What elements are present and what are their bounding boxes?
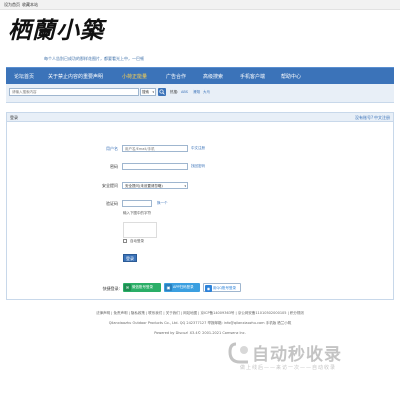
security-question-label: 安全提问 — [102, 183, 118, 188]
qq-icon: ◉ — [205, 285, 212, 292]
qq-login-label: 用QQ账号登录 — [213, 286, 237, 290]
nav-item-home[interactable]: 论坛首页 — [14, 73, 34, 80]
captcha-hint: 输入下图中的字符 — [123, 211, 151, 215]
footer-powered-by: Powered by Discuz! X3.4© 2001-2021 Comse… — [154, 331, 246, 335]
login-panel-title: 登录 — [10, 115, 18, 120]
watermark-subtitle: 做上线后——来访一次——自动收录 — [240, 365, 337, 371]
nav-item-advanced-search[interactable]: 高级搜索 — [203, 73, 223, 80]
app-scan-login-button[interactable]: ▣ APP扫码登录 — [164, 283, 200, 292]
set-home-link[interactable]: 设为首页 — [4, 2, 20, 8]
hot-label: 热搜: — [170, 90, 179, 94]
hot-term[interactable]: 大马 — [203, 90, 210, 95]
nav-item-mobile-client[interactable]: 手机客户端 — [240, 73, 265, 80]
nav-item-help[interactable]: 帮助中心 — [281, 73, 301, 80]
hot-term[interactable]: ABS — [181, 90, 188, 94]
footer-company: Qilanxiaozhu Outdoor Products Co., Ltd. … — [108, 321, 292, 325]
register-link[interactable]: 中文注册 — [191, 146, 205, 151]
remember-checkbox[interactable] — [123, 239, 127, 243]
forgot-password-link[interactable]: 找回密码 — [191, 164, 205, 169]
footer: 法律声明 | 免责声明 | 隐私政策 | 联系我们 | 关于我们 | 网站地图 … — [0, 308, 400, 338]
captcha-refresh-link[interactable]: 换一个 — [157, 201, 168, 206]
search-button[interactable] — [158, 88, 166, 96]
login-panel-header: 登录 没有账号? 中文注册 — [6, 112, 394, 122]
password-label: 密码 — [110, 164, 118, 169]
register-link-top[interactable]: 中文注册 — [374, 115, 390, 121]
app-icon: ▣ — [165, 284, 172, 291]
security-question-value: 安全提问(未设置请忽略) — [125, 184, 163, 188]
captcha-image[interactable] — [123, 222, 157, 238]
wechat-login-label: 微信账号登录 — [132, 285, 153, 289]
login-button[interactable]: 登录 — [123, 254, 137, 262]
wechat-icon: ✉ — [124, 284, 131, 291]
app-scan-login-label: APP扫码登录 — [173, 285, 194, 289]
hot-term[interactable]: 滑翔 — [193, 90, 200, 95]
search-icon — [159, 89, 165, 95]
captcha-label: 验证码 — [106, 201, 118, 206]
nav-item-positive[interactable]: 小荷正能量 — [122, 73, 147, 80]
watermark-title: 自动秒收录 — [252, 345, 342, 365]
bookmark-link[interactable]: 收藏本站 — [22, 2, 38, 8]
top-bar: 设为首页 收藏本站 — [0, 0, 400, 10]
quick-login-label: 快捷登录: — [102, 286, 120, 291]
wechat-login-button[interactable]: ✉ 微信账号登录 — [123, 283, 161, 292]
chevron-down-icon: ▾ — [184, 184, 186, 188]
no-account-link[interactable]: 没有账号? — [355, 115, 373, 121]
nav-item-ads[interactable]: 广告合作 — [166, 73, 186, 80]
security-question-select[interactable]: 安全提问(未设置请忽略) ▾ — [122, 182, 188, 189]
chevron-down-icon: ▾ — [152, 90, 154, 94]
search-type-select[interactable]: 搜索 ▾ — [140, 88, 156, 96]
qq-login-button[interactable]: ◉ 用QQ账号登录 — [203, 283, 241, 292]
search-input[interactable] — [9, 88, 139, 96]
footer-links: 法律声明 | 免责声明 | 隐私政策 | 联系我们 | 关于我们 | 网站地图 … — [96, 311, 304, 315]
search-type-value: 搜索 — [142, 90, 149, 94]
main-nav: 论坛首页 关于禁止内容的重要声明 小荷正能量 广告合作 高级搜索 手机客户端 帮… — [6, 67, 394, 84]
site-logo[interactable]: 栖蘭小築 — [8, 16, 104, 46]
search-bar: 搜索 ▾ 热搜: ABS 滑翔 大马 — [6, 84, 394, 103]
site-slogan: 每个人告别已成功的那样花图片，都要看光上中，一巴顿 — [44, 56, 144, 61]
nav-item-notice[interactable]: 关于禁止内容的重要声明 — [48, 73, 103, 80]
captcha-field[interactable] — [122, 200, 152, 207]
remember-label: 自动登录 — [130, 239, 144, 243]
password-field[interactable] — [122, 163, 188, 170]
username-label: 用户名 — [106, 146, 118, 151]
username-field[interactable] — [122, 145, 188, 152]
